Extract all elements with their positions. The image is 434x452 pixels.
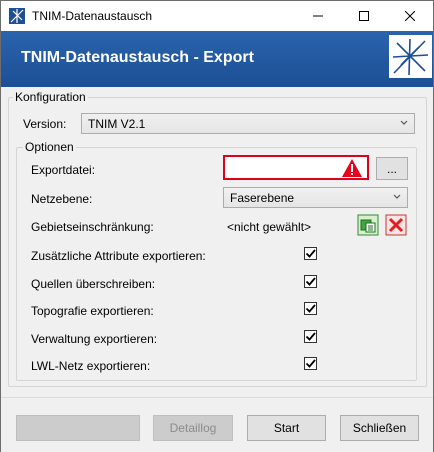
checkmark-icon xyxy=(305,277,316,286)
network-level-label: Netzebene: xyxy=(31,192,93,206)
checkbox-label-administration: Verwaltung exportieren: xyxy=(31,332,158,346)
overwrite-sources-checkbox[interactable] xyxy=(304,275,317,288)
header-banner: TNIM-Datenaustausch - Export xyxy=(1,31,433,87)
checkbox-label-topography: Topografie exportieren: xyxy=(31,304,154,318)
progress-bar xyxy=(16,415,140,441)
start-label: Start xyxy=(273,421,300,435)
network-level-dropdown[interactable]: Faserebene xyxy=(223,187,408,208)
checkmark-icon xyxy=(305,304,316,313)
window-title: TNIM-Datenaustausch xyxy=(32,9,153,23)
export-administration-checkbox[interactable] xyxy=(304,330,317,343)
export-topography-checkbox[interactable] xyxy=(304,302,317,315)
close-icon xyxy=(405,11,415,21)
network-level-value: Faserebene xyxy=(230,191,295,205)
maximize-button[interactable] xyxy=(341,1,387,31)
minimize-icon xyxy=(313,15,323,17)
area-restriction-label: Gebietseinschränkung: xyxy=(31,220,154,234)
browse-button-label: ... xyxy=(386,161,397,176)
checkbox-label-sources: Quellen überschreiben: xyxy=(31,277,156,291)
chevron-down-icon xyxy=(400,120,408,125)
close-label: Schließen xyxy=(352,421,407,435)
close-button[interactable]: Schließen xyxy=(340,415,419,441)
clear-area-button[interactable] xyxy=(385,214,407,236)
delete-x-icon xyxy=(385,214,407,236)
title-bar: TNIM-Datenaustausch xyxy=(1,1,433,31)
export-attributes-checkbox[interactable] xyxy=(304,247,317,260)
select-area-icon xyxy=(357,214,379,236)
start-button[interactable]: Start xyxy=(247,415,326,441)
export-file-input[interactable] xyxy=(223,155,369,180)
export-file-label: Exportdatei: xyxy=(31,163,96,177)
options-legend: Optionen xyxy=(23,140,76,154)
area-restriction-value: <nicht gewählt> xyxy=(227,220,312,234)
configuration-legend: Konfiguration xyxy=(13,90,88,104)
checkmark-icon xyxy=(305,249,316,258)
checkbox-label-attributes: Zusätzliche Attribute exportieren: xyxy=(31,249,206,263)
version-dropdown[interactable]: TNIM V2.1 xyxy=(81,113,415,134)
export-window: TNIM-Datenaustausch TNIM-Datenaustausch … xyxy=(0,0,434,452)
version-value: TNIM V2.1 xyxy=(88,117,146,131)
checkmark-icon xyxy=(305,332,316,341)
checkmark-icon xyxy=(305,359,316,368)
dialog-title: TNIM-Datenaustausch - Export xyxy=(21,49,254,66)
checkbox-label-fiber-network: LWL-Netz exportieren: xyxy=(31,359,151,373)
app-icon xyxy=(9,8,25,24)
close-window-button[interactable] xyxy=(387,1,433,31)
select-area-button[interactable] xyxy=(357,214,379,236)
chevron-down-icon xyxy=(393,194,401,199)
browse-button[interactable]: ... xyxy=(376,157,408,180)
detaillog-button[interactable]: Detaillog xyxy=(153,415,233,441)
version-label: Version: xyxy=(23,117,67,131)
network-star-logo-icon xyxy=(389,35,432,78)
warning-icon xyxy=(342,159,362,177)
export-fiber-network-checkbox[interactable] xyxy=(304,357,317,370)
maximize-icon xyxy=(359,11,369,21)
detaillog-label: Detaillog xyxy=(169,421,217,435)
minimize-button[interactable] xyxy=(295,1,341,31)
